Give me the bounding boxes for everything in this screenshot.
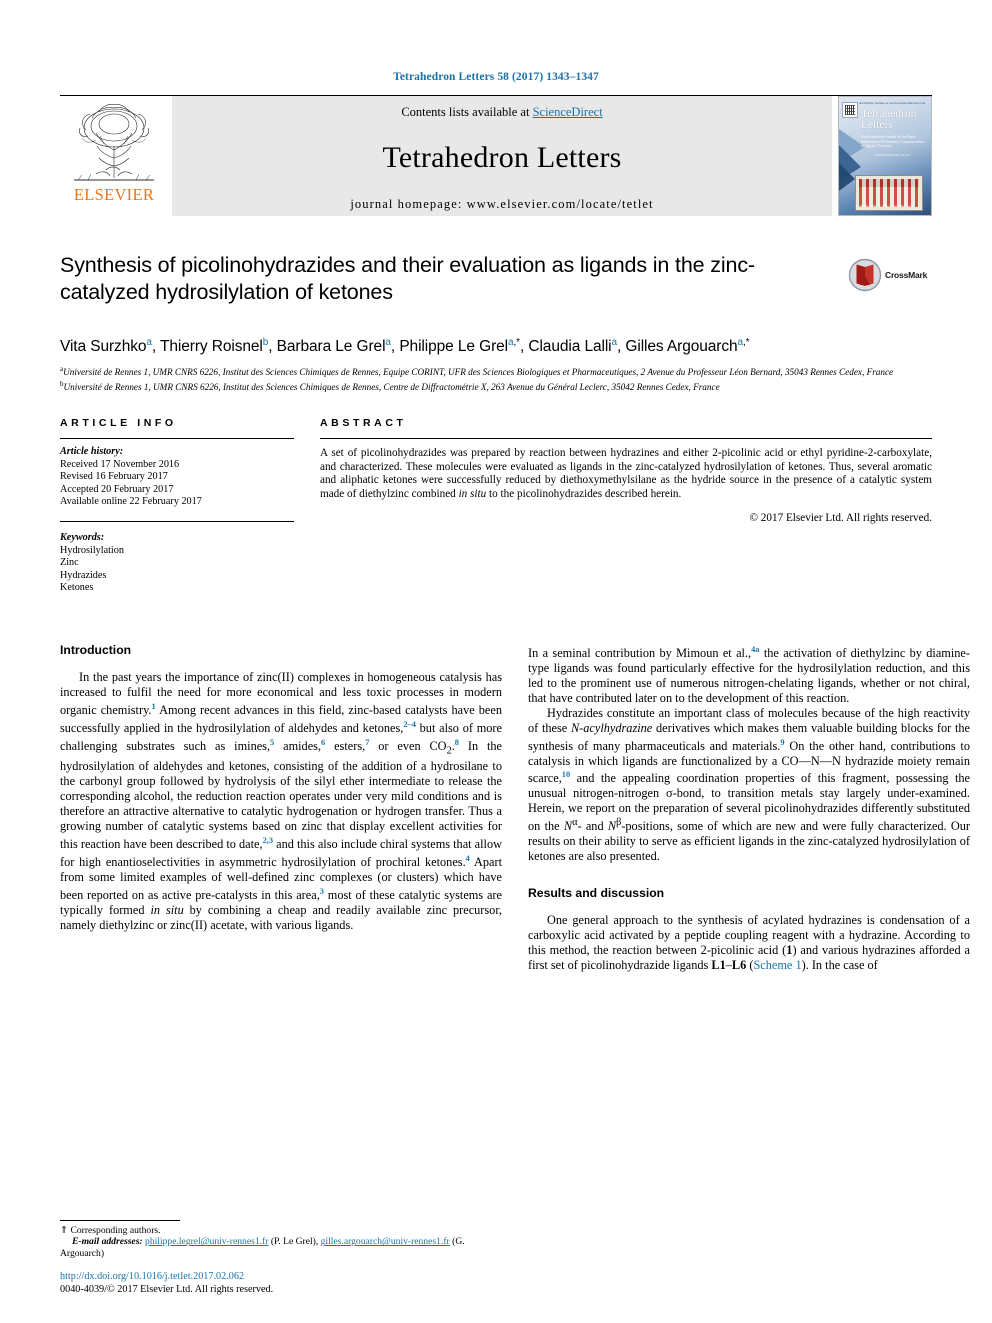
running-head: Tetrahedron Letters 58 (2017) 1343–1347 [393, 71, 599, 83]
info-abstract-row: ARTICLE INFO Article history: Received 1… [60, 417, 932, 595]
corresponding-author-mark: ,* [513, 337, 520, 348]
affiliation-item: bUniversité de Rennes 1, UMR CNRS 6226, … [60, 379, 720, 392]
cover-artwork: Available online at www.sciencedirect.co… [839, 97, 931, 215]
journal-title: Tetrahedron Letters [382, 141, 622, 174]
author-list: Vita Surzhkoa, Thierry Roisnelb, Barbara… [60, 337, 750, 356]
paragraph-intro-2: In a seminal contribution by Mimoun et a… [528, 645, 970, 705]
cover-badge-icon [842, 102, 858, 118]
cover-footer-text: Available online at www.sciencedirect.co… [855, 203, 915, 208]
cover-subtitle: An International Journal for the Rapid P… [861, 135, 925, 149]
cover-top-strip: Available online at www.sciencedirect.co… [859, 101, 925, 105]
abstract-heading: ABSTRACT [320, 417, 407, 430]
email1-owner: (P. Le Grel) [270, 1236, 316, 1248]
title-block: Synthesis of picolinohydrazides and thei… [60, 252, 932, 316]
journal-cover-thumbnail: Available online at www.sciencedirect.co… [838, 96, 932, 216]
email-label: E-mail addresses: [72, 1236, 143, 1248]
section-heading-introduction: Introduction [60, 643, 132, 658]
keyword-items: Hydrosilylation Zinc Hydrazides Ketones [60, 545, 294, 595]
keywords-label: Keywords: [60, 532, 105, 544]
abstract-copyright: © 2017 Elsevier Ltd. All rights reserved… [749, 512, 933, 525]
keyword-item: Hydrosilylation [60, 544, 124, 556]
body-column-right: In a seminal contribution by Mimoun et a… [528, 643, 970, 973]
corresponding-author-mark: ,* [743, 337, 750, 348]
elsevier-tree-icon [74, 104, 154, 181]
author-affiliation-mark: a [611, 337, 618, 348]
keyword-item: Zinc [60, 557, 79, 569]
history-items: Received 17 November 2016 Revised 16 Febr… [60, 459, 294, 509]
journal-banner: Contents lists available at ScienceDirec… [172, 96, 832, 216]
cover-title: Tetrahedron Letters [861, 108, 927, 131]
history-item: Available online 22 February 2017 [60, 496, 202, 508]
section-heading-results: Results and discussion [528, 886, 665, 901]
author-affiliation-mark: a [385, 337, 391, 348]
keyword-item: Hydrazides [60, 569, 107, 581]
author-affiliation-mark: b [262, 337, 269, 348]
history-item: Received 17 November 2016 [60, 458, 180, 470]
article-info-column: ARTICLE INFO Article history: Received 1… [60, 417, 294, 595]
cover-title-line2: Letters [861, 119, 893, 131]
article-history-label: Article history: [60, 446, 124, 458]
email-link-argouarch[interactable]: gilles.argouarch@univ-rennes1.fr [321, 1236, 450, 1247]
paragraph-results-1: One general approach to the synthesis of… [528, 913, 970, 972]
footnote-divider [60, 1219, 180, 1221]
elsevier-logo: ELSEVIER [60, 96, 168, 216]
author-affiliation-mark: a [146, 337, 152, 348]
issn-copyright: 0040-4039/© 2017 Elsevier Ltd. All right… [60, 1284, 274, 1296]
author-name: Claudia Lalli [528, 338, 612, 356]
author-name: Thierry Roisnel [160, 338, 263, 356]
doi-link[interactable]: http://dx.doi.org/10.1016/j.tetlet.2017.… [60, 1271, 502, 1284]
crossmark-icon [848, 258, 882, 292]
article-info-heading: ARTICLE INFO [60, 417, 177, 430]
divider [60, 521, 294, 523]
email-link-legrel[interactable]: philippe.legrel@univ-rennes1.fr [145, 1236, 268, 1247]
abstract-column: ABSTRACT A set of picolinohydrazides was… [320, 417, 932, 595]
abstract-text: A set of picolinohydrazides was prepared… [320, 447, 932, 500]
contents-available-line: Contents lists available at ScienceDirec… [401, 105, 602, 120]
author-name: Barbara Le Grel [276, 338, 386, 356]
keyword-item: Ketones [60, 582, 94, 594]
history-item: Accepted 20 February 2017 [60, 483, 174, 495]
paragraph-intro-3: Hydrazides constitute an important class… [528, 705, 971, 864]
author-name: Vita Surzhko [60, 338, 147, 356]
divider [320, 438, 932, 440]
journal-masthead: ELSEVIER Contents lists available at Sci… [60, 95, 932, 216]
article-page: Tetrahedron Letters 58 (2017) 1343–1347 [0, 0, 992, 1323]
bottom-identifiers: http://dx.doi.org/10.1016/j.tetlet.2017.… [60, 1271, 502, 1297]
author-name: Philippe Le Grel [399, 338, 508, 356]
author-name: Gilles Argouarch [625, 338, 738, 356]
history-item: Revised 16 February 2017 [60, 471, 168, 483]
journal-homepage[interactable]: journal homepage: www.elsevier.com/locat… [350, 197, 653, 212]
crossmark-label: CrossMark [885, 270, 928, 280]
paragraph-intro-1: In the past years the importance of zinc… [60, 670, 503, 932]
corresponding-authors-label: Corresponding authors. [70, 1224, 161, 1236]
affiliation-item: aUniversité de Rennes 1, UMR CNRS 6226, … [60, 365, 894, 378]
article-history: Article history: Received 17 November 20… [60, 446, 294, 509]
cover-volume-line: Volume 58 Number 14 2017 [874, 153, 912, 157]
corresponding-authors-note: ⇑ Corresponding authors. [60, 1225, 502, 1237]
footnote-text: ⇑ Corresponding authors. E-mail addresse… [60, 1225, 502, 1260]
affiliation-list: aUniversité de Rennes 1, UMR CNRS 6226, … [60, 364, 932, 393]
keywords-block: Keywords: Hydrosilylation Zinc Hydrazides K… [60, 532, 294, 595]
footnote-block: ⇑ Corresponding authors. E-mail addresse… [60, 1219, 502, 1260]
body-columns: Introduction In the past years the impor… [60, 643, 970, 973]
divider [60, 438, 294, 440]
sciencedirect-link[interactable]: ScienceDirect [533, 105, 603, 119]
crossmark-badge[interactable]: CrossMark [848, 254, 932, 296]
page-title: Synthesis of picolinohydrazides and thei… [60, 253, 755, 304]
body-column-left: Introduction In the past years the impor… [60, 643, 502, 973]
asterisk-icon: ⇑ [60, 1224, 69, 1236]
contents-prefix: Contents lists available at [401, 105, 533, 119]
elsevier-wordmark: ELSEVIER [73, 185, 155, 204]
email-addresses: E-mail addresses: philippe.legrel@univ-r… [60, 1236, 465, 1260]
